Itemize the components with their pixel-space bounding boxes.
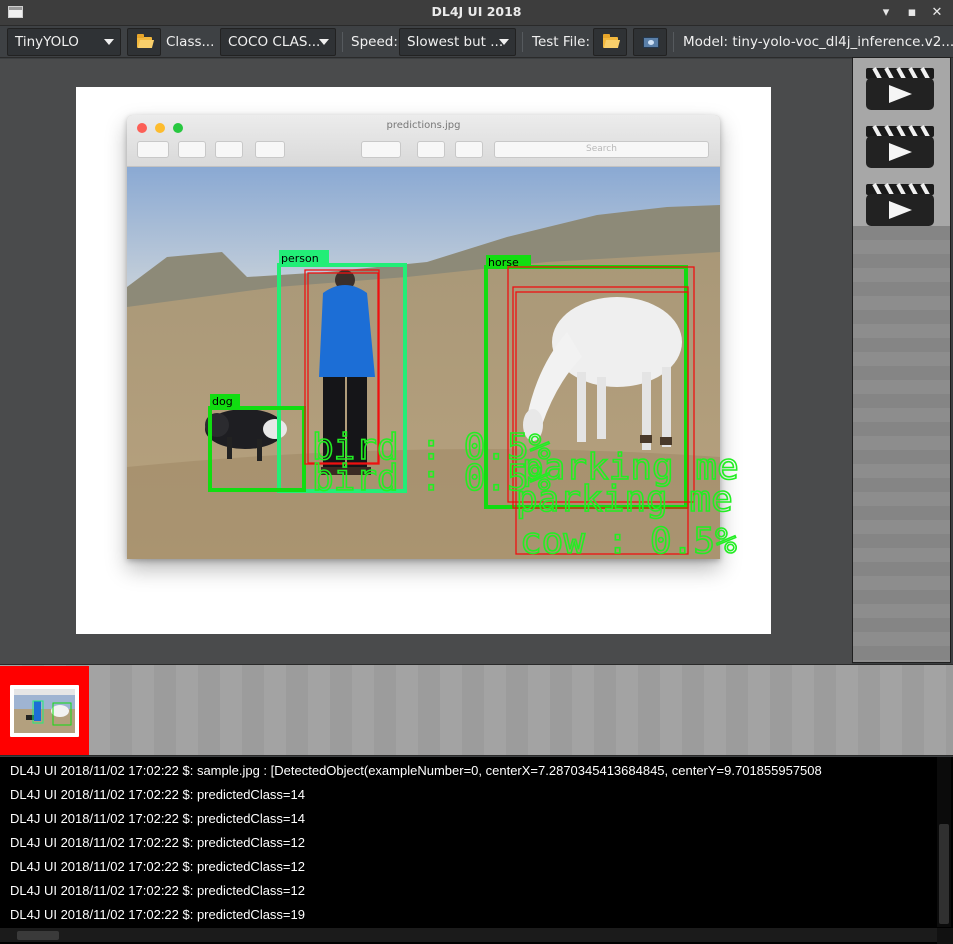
clapperboard-play-icon[interactable] [864,180,936,228]
maximize-icon[interactable]: ▪ [902,3,922,23]
clapperboard-play-icon[interactable] [864,122,936,170]
person-label: person [281,252,319,265]
console-line: DL4J UI 2018/11/02 17:02:22 $: predicted… [10,811,305,826]
dog-box [208,406,306,492]
folder-open-icon [137,34,152,48]
classes-select[interactable]: COCO CLAS... [220,28,336,56]
log-console[interactable]: DL4J UI 2018/11/02 17:02:22 $: sample.jp… [0,757,953,944]
console-line: DL4J UI 2018/11/02 17:02:22 $: predicted… [10,835,305,850]
minimize-icon[interactable]: ▾ [876,3,896,23]
camera-button[interactable] [633,28,667,56]
model-select[interactable]: TinyYOLO [7,28,121,56]
folder-open-icon [603,34,618,48]
chevron-down-icon [104,39,114,45]
test-file-label: Test File: [532,34,591,50]
detection-overlay: person horse dog bird : 0.5% bird : 0.5%… [208,250,740,563]
window-titlebar: DL4J UI 2018 ▾ ▪ ✕ [0,0,953,26]
console-lines: DL4J UI 2018/11/02 17:02:22 $: sample.jp… [10,762,935,928]
console-line: DL4J UI 2018/11/02 17:02:22 $: predicted… [10,859,305,874]
classes-label: Class... [166,34,215,50]
open-model-button[interactable] [127,28,161,56]
overlay-text-bird-2: bird : 0.5% [312,458,551,499]
console-line: DL4J UI 2018/11/02 17:02:22 $: predicted… [10,883,305,898]
toolbar-separator [522,32,523,52]
dog-label: dog [212,395,233,408]
horizontal-scrollbar[interactable] [0,928,937,942]
toolbar-separator [342,32,343,52]
console-line: DL4J UI 2018/11/02 17:02:22 $: sample.jp… [10,763,822,778]
thumbnail-preview [14,689,75,733]
thumbnail-strip [0,664,953,756]
speed-select[interactable]: Slowest but ... [399,28,516,56]
camera-icon [643,37,659,48]
speed-select-value: Slowest but ... [407,34,504,50]
close-icon[interactable]: ✕ [927,3,947,23]
vertical-scrollbar-thumb[interactable] [939,824,949,924]
console-line: DL4J UI 2018/11/02 17:02:22 $: predicted… [10,907,305,922]
open-test-file-button[interactable] [593,28,627,56]
prediction-image: predictions.jpg Search person horse dog … [76,87,771,634]
prediction-viewport: predictions.jpg Search person horse dog … [0,59,852,664]
scrollbar-corner [937,928,953,944]
vertical-scrollbar[interactable] [937,757,951,927]
console-line: DL4J UI 2018/11/02 17:02:22 $: predicted… [10,787,305,802]
model-select-value: TinyYOLO [15,34,79,50]
model-info-label: Model: tiny-yolo-voc_dl4j_inference.v2..… [683,34,953,50]
overlay-text-cow: cow : 0.5% [520,521,737,562]
video-side-panel [852,57,951,663]
chevron-down-icon [499,39,509,45]
window-title: DL4J UI 2018 [431,4,522,19]
speed-label: Speed: [351,34,398,50]
horizontal-scrollbar-thumb[interactable] [17,931,59,940]
overlay-text-parking-2: parking me [516,479,733,520]
thumbnail-image[interactable] [10,685,79,737]
toolbar-separator [673,32,674,52]
chevron-down-icon [319,39,329,45]
clapperboard-play-icon[interactable] [864,64,936,112]
thumbnail-selected[interactable] [0,666,89,755]
toolbar: TinyYOLO Class... COCO CLAS... Speed: Sl… [0,26,953,58]
classes-select-value: COCO CLAS... [228,34,321,50]
